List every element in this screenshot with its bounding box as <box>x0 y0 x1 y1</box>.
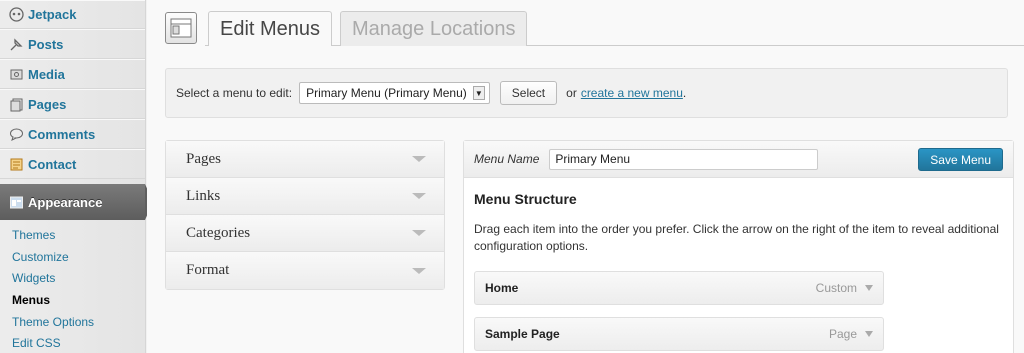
subnav-menus[interactable]: Menus <box>0 290 145 312</box>
subnav-edit-css[interactable]: Edit CSS <box>0 333 145 353</box>
or-text: or <box>566 86 577 100</box>
jetpack-icon <box>8 7 24 23</box>
menu-item-type-label: Custom <box>815 281 857 295</box>
menu-select-dropdown[interactable]: Primary Menu (Primary Menu) ▼ <box>299 82 490 104</box>
nav-label: Contact <box>28 156 77 172</box>
menu-structure-title: Menu Structure <box>474 191 577 207</box>
menu-item-type-label: Page <box>828 327 857 341</box>
accordion-links[interactable]: Links <box>166 178 444 215</box>
subnav-customize[interactable]: Customize <box>0 247 145 269</box>
pin-icon <box>8 36 24 52</box>
menu-name-input[interactable] <box>549 148 819 170</box>
dropdown-arrow-icon: ▼ <box>472 86 485 100</box>
menu-item-title: Home <box>485 281 519 295</box>
item-expand-arrow-icon[interactable] <box>865 331 873 337</box>
expand-arrow-icon <box>412 193 426 199</box>
accordion-label: Format <box>186 262 230 278</box>
nav-pages[interactable]: Pages <box>0 89 145 119</box>
appearance-icon <box>8 194 24 210</box>
menu-item-title: Sample Page <box>485 327 560 341</box>
accordion-label: Pages <box>186 150 221 167</box>
save-menu-button[interactable]: Save Menu <box>918 148 1003 171</box>
tab-edit-menus[interactable]: Edit Menus <box>208 11 333 46</box>
nav-appearance[interactable]: Appearance <box>0 184 153 220</box>
menus-screen-icon <box>165 12 197 44</box>
subnav-themes[interactable]: Themes <box>0 225 145 247</box>
menu-editor-header: Menu Name Save Menu <box>464 141 1013 178</box>
nav-contact[interactable]: Contact <box>0 149 145 179</box>
menu-item-type: Custom <box>816 281 873 295</box>
add-items-accordion: Pages Links Categories Format <box>165 140 445 290</box>
menu-item[interactable]: Sample Page Page <box>474 317 884 351</box>
media-icon <box>8 66 24 82</box>
select-button[interactable]: Select <box>499 81 558 105</box>
subnav-widgets[interactable]: Widgets <box>0 268 145 290</box>
select-menu-label: Select a menu to edit: <box>176 86 293 100</box>
menu-select-bar: Select a menu to edit: Primary Menu (Pri… <box>165 68 1008 118</box>
appearance-submenu: Themes Customize Widgets Menus Theme Opt… <box>0 220 145 353</box>
tab-manage-locations[interactable]: Manage Locations <box>340 11 528 46</box>
expand-arrow-icon <box>412 230 426 236</box>
nav-label: Media <box>28 66 65 82</box>
period-text: . <box>682 86 687 100</box>
menu-name-label: Menu Name <box>474 152 540 166</box>
accordion-pages[interactable]: Pages <box>166 141 444 178</box>
accordion-categories[interactable]: Categories <box>166 215 444 252</box>
accordion-format[interactable]: Format <box>166 252 444 289</box>
create-new-menu-link[interactable]: create a new menu <box>581 86 683 100</box>
nav-label: Jetpack <box>28 7 77 22</box>
nav-comments[interactable]: Comments <box>0 119 145 149</box>
menu-item[interactable]: Home Custom <box>474 271 884 305</box>
admin-sidebar: Jetpack Posts Media Pages Comments Conta… <box>0 0 153 353</box>
nav-label: Pages <box>28 96 67 112</box>
expand-arrow-icon <box>412 267 426 274</box>
item-expand-arrow-icon[interactable] <box>865 285 873 291</box>
expand-arrow-icon <box>412 156 426 162</box>
subnav-theme-options[interactable]: Theme Options <box>0 312 145 334</box>
menu-select-value: Primary Menu (Primary Menu) <box>306 86 467 100</box>
pages-icon <box>8 96 24 112</box>
accordion-label: Links <box>186 187 221 204</box>
nav-posts[interactable]: Posts <box>0 29 145 59</box>
nav-label: Posts <box>28 36 64 52</box>
contact-icon <box>8 156 24 172</box>
menu-editor: Menu Name Save Menu Menu Structure Drag … <box>463 140 1014 353</box>
main-content: Edit Menus Manage Locations Select a men… <box>147 0 1024 353</box>
nav-media[interactable]: Media <box>0 59 145 89</box>
nav-jetpack[interactable]: Jetpack <box>0 0 145 29</box>
accordion-label: Categories <box>186 224 251 241</box>
comment-icon <box>8 126 24 142</box>
menu-item-type: Page <box>829 327 873 341</box>
menu-structure-description: Drag each item into the order you prefer… <box>474 222 999 253</box>
nav-label: Comments <box>28 126 96 142</box>
nav-label: Appearance <box>28 194 103 210</box>
